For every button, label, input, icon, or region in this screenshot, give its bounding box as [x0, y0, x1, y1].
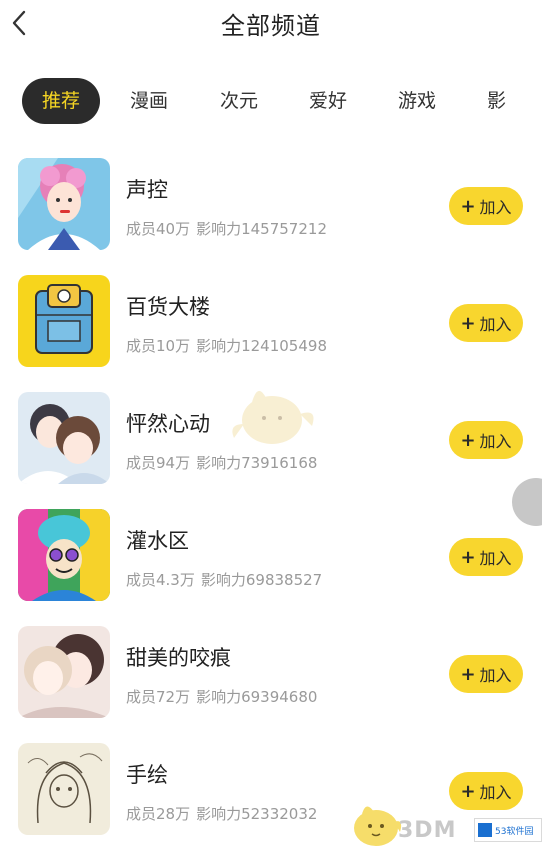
channel-row[interactable]: 灌水区 成员4.3万 影响力69838527 + 加入 — [0, 501, 542, 601]
join-label: 加入 — [479, 315, 512, 334]
member-count: 成员94万 — [126, 454, 191, 472]
channel-name: 声控 — [126, 178, 168, 202]
tab-manga[interactable]: 漫画 — [130, 78, 168, 124]
plus-icon: + — [460, 312, 476, 334]
influence-score: 影响力69394680 — [196, 688, 318, 706]
tab-games[interactable]: 游戏 — [398, 78, 436, 124]
join-button[interactable]: + 加入 — [449, 655, 523, 693]
channel-name: 灌水区 — [126, 529, 189, 553]
page-title: 全部频道 — [221, 12, 321, 40]
channel-name: 甜美的咬痕 — [126, 646, 231, 670]
member-count: 成员72万 — [126, 688, 191, 706]
plus-icon: + — [460, 663, 476, 685]
channel-stats: 成员72万 影响力69394680 — [126, 686, 317, 707]
channel-row[interactable]: 声控 成员40万 影响力145757212 + 加入 — [0, 150, 542, 250]
channel-avatar — [18, 743, 110, 835]
channel-name: 怦然心动 — [126, 412, 210, 436]
influence-score: 影响力145757212 — [196, 220, 327, 238]
top-bar: 全部频道 — [0, 0, 542, 50]
channel-name: 手绘 — [126, 763, 168, 787]
channel-avatar — [18, 392, 110, 484]
member-count: 成员4.3万 — [126, 571, 195, 589]
channel-stats: 成员28万 影响力52332032 — [126, 803, 317, 824]
channel-avatar — [18, 509, 110, 601]
plus-icon: + — [460, 429, 476, 451]
join-button[interactable]: + 加入 — [449, 304, 523, 342]
member-count: 成员40万 — [126, 220, 191, 238]
tab-film[interactable]: 影 — [487, 78, 506, 124]
plus-icon: + — [460, 546, 476, 568]
channel-stats: 成员10万 影响力124105498 — [126, 335, 327, 356]
watermark-site-logo: 53软件园 — [474, 818, 542, 842]
watermark-brand: 3DM — [398, 818, 457, 843]
site-logo-text: 53软件园 — [495, 826, 534, 837]
channel-stats: 成员4.3万 影响力69838527 — [126, 569, 322, 590]
join-button[interactable]: + 加入 — [449, 421, 523, 459]
influence-score: 影响力124105498 — [196, 337, 327, 355]
tab-recommend[interactable]: 推荐 — [22, 78, 100, 124]
site-logo-icon — [478, 823, 492, 837]
member-count: 成员28万 — [126, 805, 191, 823]
join-button[interactable]: + 加入 — [449, 538, 523, 576]
watermark: 3DM 53软件园 — [346, 796, 542, 850]
channel-row[interactable]: 甜美的咬痕 成员72万 影响力69394680 + 加入 — [0, 618, 542, 718]
join-label: 加入 — [479, 666, 512, 685]
join-label: 加入 — [479, 198, 512, 217]
influence-score: 影响力69838527 — [200, 571, 323, 589]
channel-stats: 成员40万 影响力145757212 — [126, 218, 327, 239]
channel-avatar — [18, 158, 110, 250]
join-label: 加入 — [479, 432, 512, 451]
plus-icon: + — [460, 195, 476, 217]
tab-dimension[interactable]: 次元 — [220, 78, 258, 124]
member-count: 成员10万 — [126, 337, 191, 355]
channel-category-tabs: 推荐 漫画 次元 爱好 游戏 影 — [0, 78, 542, 126]
tab-hobby[interactable]: 爱好 — [309, 78, 347, 124]
channel-stats: 成员94万 影响力73916168 — [126, 452, 317, 473]
channel-name: 百货大楼 — [126, 295, 210, 319]
mascot-overlay-icon — [222, 380, 322, 450]
channel-avatar — [18, 275, 110, 367]
influence-score: 影响力73916168 — [196, 454, 318, 472]
join-label: 加入 — [479, 549, 512, 568]
watermark-mascot-icon — [354, 806, 402, 846]
channel-row[interactable]: 百货大楼 成员10万 影响力124105498 + 加入 — [0, 267, 542, 367]
channel-avatar — [18, 626, 110, 718]
join-button[interactable]: + 加入 — [449, 187, 523, 225]
influence-score: 影响力52332032 — [196, 805, 318, 823]
